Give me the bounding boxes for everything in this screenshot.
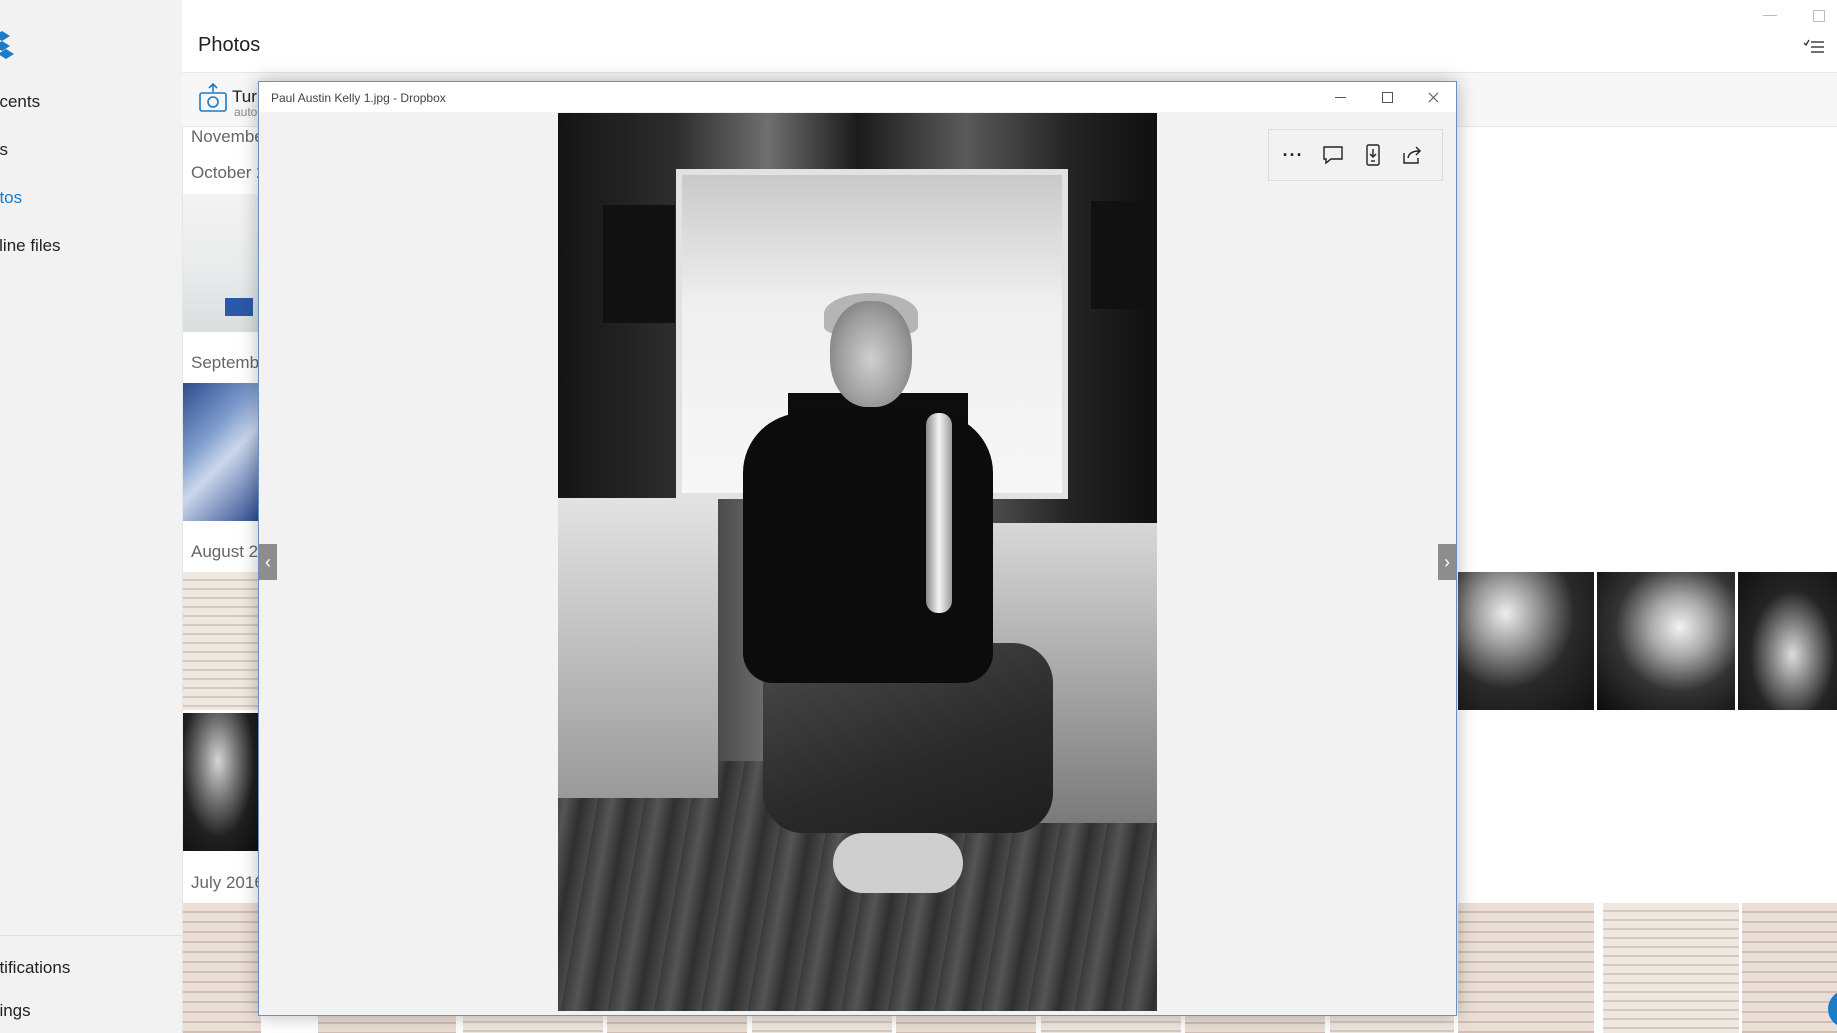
share-button[interactable] — [1397, 139, 1429, 171]
photo-thumbnail[interactable] — [1185, 1014, 1325, 1033]
camera-upload-icon — [199, 83, 227, 112]
month-label: July 2016 — [191, 873, 264, 892]
sidebar-item-offline-files[interactable]: ffline files — [0, 236, 61, 256]
minimize-button[interactable] — [1318, 82, 1364, 112]
viewer-toolbar: ··· — [1268, 129, 1443, 181]
main-photo — [558, 113, 1157, 1011]
photo-thumbnail[interactable] — [1597, 572, 1735, 710]
page-title: Photos — [198, 34, 261, 56]
close-button[interactable] — [1410, 82, 1456, 112]
photo-thumbnail[interactable] — [318, 1014, 456, 1033]
more-options-button[interactable]: ··· — [1277, 139, 1309, 171]
photo-thumbnail[interactable] — [1742, 903, 1837, 1033]
banner-subtitle: auto — [234, 105, 258, 119]
photo-thumbnail[interactable] — [183, 572, 261, 710]
photo-thumbnail[interactable] — [1330, 1014, 1454, 1033]
more-icon: ··· — [1282, 144, 1304, 165]
viewer-titlebar[interactable]: Paul Austin Kelly 1.jpg - Dropbox — [259, 82, 1456, 112]
sidebar-item-settings[interactable]: ttings — [0, 1001, 31, 1021]
save-to-device-button[interactable] — [1357, 139, 1389, 171]
photo-thumbnail[interactable] — [1738, 572, 1837, 710]
photo-viewer-window: Paul Austin Kelly 1.jpg - Dropbox ··· ‹ … — [258, 81, 1457, 1016]
comment-button[interactable] — [1317, 139, 1349, 171]
select-list-icon[interactable] — [1803, 37, 1825, 57]
photo-thumbnail[interactable] — [183, 713, 261, 851]
photo-thumbnail[interactable] — [752, 1014, 892, 1033]
photo-thumbnail[interactable] — [1458, 572, 1594, 710]
comment-icon — [1323, 146, 1343, 165]
sidebar-divider — [0, 935, 182, 936]
share-icon — [1403, 146, 1421, 164]
photo-thumbnail[interactable] — [1603, 903, 1739, 1033]
previous-photo-button[interactable]: ‹ — [259, 544, 277, 580]
sidebar-item-photos[interactable]: otos — [0, 188, 22, 208]
photo-thumbnail[interactable] — [463, 1014, 603, 1033]
app-minimize-button[interactable] — [1763, 15, 1777, 16]
photo-thumbnail[interactable] — [183, 194, 261, 332]
photo-thumbnail[interactable] — [183, 903, 261, 1033]
month-label: August 20 — [191, 542, 268, 561]
app-maximize-button[interactable] — [1813, 10, 1825, 22]
photo-thumbnail[interactable] — [896, 1014, 1036, 1033]
save-to-device-icon — [1366, 144, 1380, 166]
viewer-title: Paul Austin Kelly 1.jpg - Dropbox — [271, 91, 446, 105]
month-label: October 2 — [191, 163, 266, 182]
photo-thumbnail[interactable] — [1041, 1014, 1181, 1033]
sidebar-item-files[interactable]: es — [0, 140, 8, 160]
dropbox-logo-icon[interactable] — [0, 30, 14, 62]
photo-thumbnail[interactable] — [607, 1014, 747, 1033]
sidebar-item-recents[interactable]: ecents — [0, 92, 40, 112]
sidebar: ecents es otos ffline files otifications… — [0, 0, 183, 1033]
next-photo-button[interactable]: › — [1438, 544, 1456, 580]
photo-thumbnail[interactable] — [1458, 903, 1594, 1033]
maximize-button[interactable] — [1364, 82, 1410, 112]
month-label: Septembe — [191, 353, 269, 372]
sidebar-item-notifications[interactable]: otifications — [0, 958, 70, 978]
header-bar: Photos — [182, 0, 1837, 73]
photo-thumbnail[interactable] — [183, 383, 261, 521]
